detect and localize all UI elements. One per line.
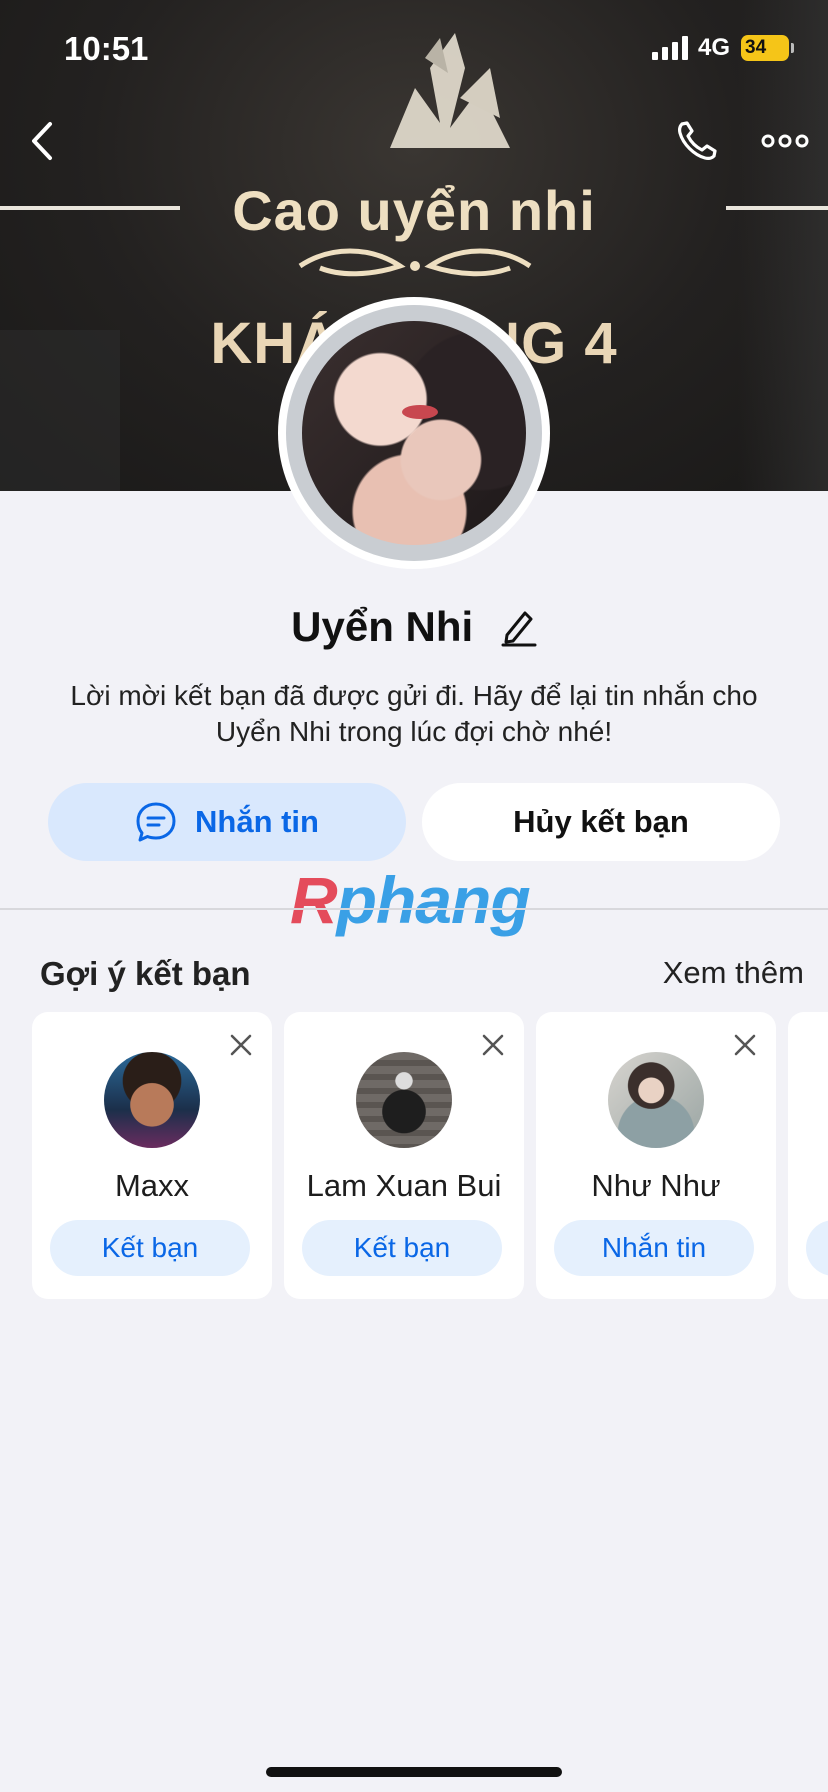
section-divider <box>0 908 828 910</box>
avatar-photo <box>302 321 526 545</box>
battery-level: 34 <box>745 37 767 58</box>
suggestion-card-partial[interactable] <box>788 1012 828 1299</box>
add-friend-button[interactable]: Kết bạn <box>50 1220 250 1276</box>
suggestion-name[interactable]: Lam Xuan Bui <box>284 1168 524 1204</box>
home-indicator[interactable] <box>266 1767 562 1777</box>
avatar-border <box>286 305 542 561</box>
edit-pencil-icon[interactable] <box>499 607 537 647</box>
more-dots-icon[interactable] <box>760 124 810 158</box>
flourish-icon <box>298 248 532 277</box>
network-type: 4G <box>698 34 731 61</box>
cancel-friend-label: Hủy kết bạn <box>513 804 689 839</box>
battery-icon: 34 <box>741 35 789 61</box>
phone-icon[interactable] <box>674 118 720 164</box>
add-friend-button[interactable]: Kết bạn <box>302 1220 502 1276</box>
watermark-part: R <box>290 863 338 937</box>
friend-request-status: Lời mời kết bạn đã được gửi đi. Hãy để l… <box>70 680 758 747</box>
cover-title: Cao uyển nhi <box>232 179 596 242</box>
message-button-label: Nhắn tin <box>195 804 319 839</box>
watermark-part: phang <box>336 863 531 937</box>
suggestion-card[interactable]: Maxx Kết bạn <box>32 1012 272 1299</box>
suggestions-title: Gợi ý kết bạn <box>40 955 251 992</box>
send-message-button[interactable]: Nhắn tin <box>554 1220 754 1276</box>
suggestion-avatar[interactable] <box>104 1052 200 1148</box>
suggestion-card[interactable]: Như Như Nhắn tin <box>536 1012 776 1299</box>
suggestion-avatar[interactable] <box>356 1052 452 1148</box>
see-more-link[interactable]: Xem thêm <box>663 955 804 991</box>
status-time: 10:51 <box>64 30 149 67</box>
status-bar: 10:51 4G 34 <box>0 0 828 100</box>
watermark-logo: Rphang <box>290 862 531 938</box>
profile-name: Uyển Nhi <box>0 600 828 651</box>
close-icon[interactable] <box>732 1032 758 1058</box>
chat-bubble-icon <box>136 802 176 842</box>
cancel-friend-button[interactable]: Hủy kết bạn <box>422 783 780 861</box>
message-button[interactable]: Nhắn tin <box>48 783 406 861</box>
close-icon[interactable] <box>228 1032 254 1058</box>
suggestion-name[interactable]: Maxx <box>32 1168 272 1204</box>
suggestion-card[interactable]: Lam Xuan Bui Kết bạn <box>284 1012 524 1299</box>
close-icon[interactable] <box>480 1032 506 1058</box>
battery-tip <box>791 43 794 53</box>
profile-name-text: Uyển Nhi <box>291 602 474 650</box>
signal-icon <box>652 36 688 60</box>
chevron-left-icon[interactable] <box>24 118 64 164</box>
suggestion-name[interactable]: Như Như <box>536 1168 776 1204</box>
avatar-detail <box>402 405 438 419</box>
suggestion-avatar[interactable] <box>608 1052 704 1148</box>
profile-avatar[interactable] <box>278 297 550 569</box>
suggestion-button-partial[interactable] <box>806 1220 828 1276</box>
